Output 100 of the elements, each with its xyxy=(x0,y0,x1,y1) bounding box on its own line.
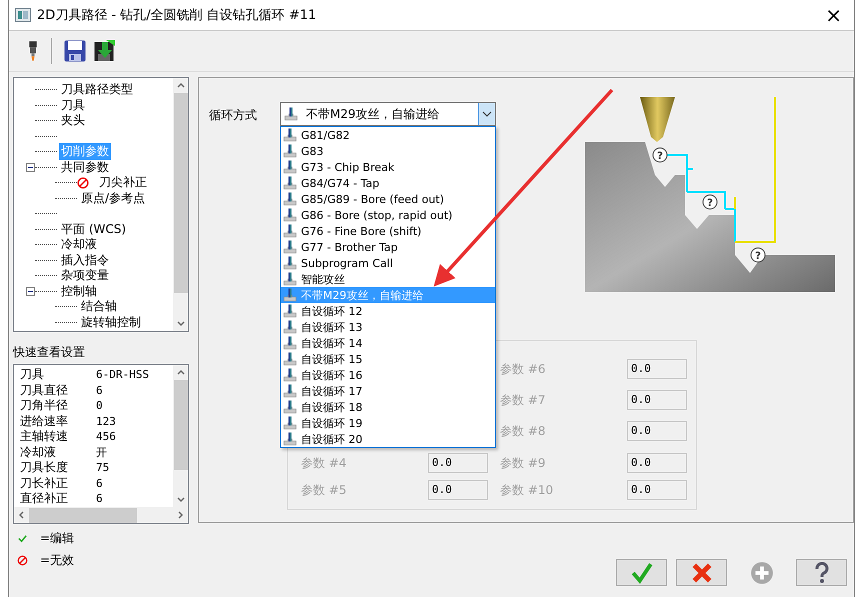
close-icon xyxy=(690,562,712,584)
dropdown-option[interactable]: G84/G74 - Tap xyxy=(281,175,495,191)
setting-value: 6 xyxy=(96,492,103,506)
tree-item[interactable]: 刀具 xyxy=(59,96,87,114)
drill-tool-icon[interactable] xyxy=(27,39,39,63)
invalid-icon xyxy=(17,554,28,566)
scrollbar[interactable] xyxy=(173,78,188,331)
scroll-up-icon[interactable] xyxy=(176,83,184,88)
tool-icon xyxy=(283,256,297,270)
field-label: 参数 #7 xyxy=(500,392,547,409)
dropdown-option[interactable]: 自设循环 13 xyxy=(281,319,495,335)
dropdown-option[interactable]: 自设循环 19 xyxy=(281,415,495,431)
tool-icon xyxy=(283,336,297,350)
tool-icon xyxy=(283,128,297,142)
scroll-left-icon[interactable] xyxy=(19,511,24,519)
scrollbar[interactable] xyxy=(14,507,188,523)
tree-item[interactable]: 刀具路径类型 xyxy=(59,81,135,98)
scroll-up-icon[interactable] xyxy=(176,370,184,375)
tool-icon xyxy=(283,432,297,446)
collapse-toggle[interactable] xyxy=(26,286,35,296)
dropdown-option[interactable]: 自设循环 14 xyxy=(281,335,495,351)
check-icon xyxy=(630,562,652,584)
setting-name: 主轴转速 xyxy=(20,428,69,446)
dropdown-option[interactable]: 自设循环 17 xyxy=(281,383,495,399)
cycle-dropdown[interactable]: 不带M29攻丝，自输进给 xyxy=(280,102,496,126)
question-marker: ? xyxy=(707,198,713,209)
tool-icon xyxy=(283,176,297,190)
tree-item[interactable]: 原点/参考点 xyxy=(79,190,148,207)
tree-item[interactable]: 夹头 xyxy=(59,112,87,130)
field-label: 参数 #6 xyxy=(500,361,547,378)
dropdown-option[interactable]: G83 xyxy=(281,143,495,159)
tree-item[interactable]: 控制轴 xyxy=(59,282,99,300)
legend-label: =无效 xyxy=(40,552,74,568)
dropdown-option[interactable]: 自设循环 20 xyxy=(281,431,495,447)
scroll-right-icon[interactable] xyxy=(178,511,183,519)
tool-icon xyxy=(283,304,297,318)
dropdown-option[interactable]: 自设循环 16 xyxy=(281,367,495,383)
tree-item[interactable]: 杂项变量 xyxy=(59,267,111,284)
cancel-button[interactable] xyxy=(676,559,727,586)
tool-icon xyxy=(283,144,297,158)
check-icon xyxy=(17,532,28,544)
save-icon[interactable] xyxy=(64,40,86,62)
setting-value: 6 xyxy=(96,384,103,397)
field-label: 参数 #9 xyxy=(500,455,547,472)
question-marker: ? xyxy=(657,151,663,162)
close-button[interactable]: × xyxy=(817,3,850,27)
scrollbar[interactable] xyxy=(173,365,188,507)
dropdown-option[interactable]: 智能攻丝 xyxy=(281,271,495,287)
dropdown-option[interactable]: G77 - Brother Tap xyxy=(281,239,495,255)
tool-icon xyxy=(283,416,297,430)
setting-value: 75 xyxy=(96,461,110,474)
setting-value: 123 xyxy=(96,414,116,428)
field-label: 参数 #10 xyxy=(500,482,554,499)
tool-icon xyxy=(283,240,297,254)
dropdown-option[interactable]: G85/G89 - Bore (feed out) xyxy=(281,191,495,207)
setting-name: 刀长补正 xyxy=(20,474,69,492)
tree-item[interactable]: 插入指令 xyxy=(59,252,111,269)
tree-item[interactable]: 平面 (WCS) xyxy=(59,220,128,238)
tool-icon xyxy=(283,384,297,398)
dropdown-option[interactable]: G81/G82 xyxy=(281,127,495,143)
dropdown-option[interactable]: G86 - Bore (stop, rapid out) xyxy=(281,207,495,223)
field-label: 参数 #4 xyxy=(301,455,348,472)
tree-item[interactable]: 结合轴 xyxy=(79,298,119,316)
setting-name: 刀角半径 xyxy=(20,397,69,414)
dropdown-option[interactable]: G73 - Chip Break xyxy=(281,159,495,175)
tool-icon xyxy=(283,208,297,222)
field-label: 参数 #5 xyxy=(301,482,348,499)
setting-value: 6-DR-HSS xyxy=(96,368,149,382)
collapse-toggle[interactable] xyxy=(26,162,35,172)
dropdown-option[interactable]: 自设循环 18 xyxy=(281,399,495,415)
dropdown-option[interactable]: 自设循环 12 xyxy=(281,303,495,319)
tree-item[interactable]: 共同参数 xyxy=(59,158,111,176)
tree-item[interactable]: 刀尖补正 xyxy=(97,174,149,192)
setting-value: 6 xyxy=(96,476,103,490)
setting-value: 456 xyxy=(96,430,116,444)
dropdown-option[interactable]: Subprogram Call xyxy=(281,255,495,271)
legend-label: =编辑 xyxy=(40,530,74,546)
setting-name: 直径补正 xyxy=(20,490,69,507)
tree-item[interactable]: 冷却液 xyxy=(59,236,99,254)
tool-icon xyxy=(283,288,297,302)
question-marker: ? xyxy=(755,251,761,262)
dropdown-option[interactable]: 自设循环 15 xyxy=(281,351,495,367)
plus-icon xyxy=(750,560,774,584)
setting-name: 冷却液 xyxy=(20,444,57,461)
save-as-icon[interactable] xyxy=(94,40,116,62)
setting-name: 刀具直径 xyxy=(20,382,69,399)
dropdown-option[interactable]: G76 - Fine Bore (shift) xyxy=(281,223,495,239)
scroll-down-icon[interactable] xyxy=(176,497,184,502)
tool-icon xyxy=(284,107,298,121)
tool-icon xyxy=(283,224,297,238)
tool-icon xyxy=(283,368,297,382)
field-label: 循环方式 xyxy=(209,107,258,124)
scroll-down-icon[interactable] xyxy=(176,321,184,326)
setting-value: 开 xyxy=(96,444,107,460)
tree-item[interactable]: 旋转轴控制 xyxy=(79,314,143,331)
help-button[interactable] xyxy=(796,559,847,586)
invalid-icon xyxy=(77,176,89,189)
setting-name: 刀具 xyxy=(20,366,45,384)
section-title: 快速查看设置 xyxy=(13,344,86,361)
tool-icon xyxy=(283,192,297,206)
